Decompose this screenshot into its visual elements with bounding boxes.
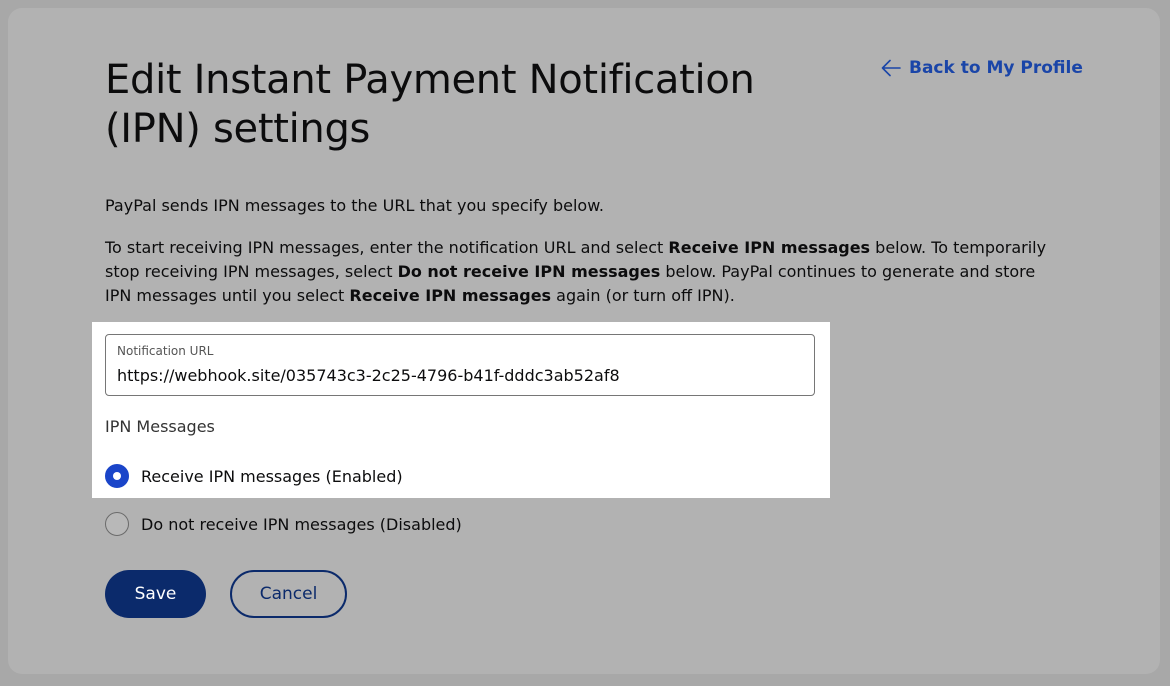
instructions-part-4: again (or turn off IPN). bbox=[551, 286, 735, 305]
instructions-text: To start receiving IPN messages, enter t… bbox=[105, 236, 1065, 308]
cancel-button[interactable]: Cancel bbox=[230, 570, 347, 618]
notification-url-input[interactable]: https://webhook.site/035743c3-2c25-4796-… bbox=[117, 366, 620, 385]
radio-selected-icon[interactable] bbox=[105, 464, 129, 488]
radio-receive-label: Receive IPN messages (Enabled) bbox=[141, 466, 403, 486]
radio-do-not-receive-ipn[interactable]: Do not receive IPN messages (Disabled) bbox=[105, 512, 462, 536]
page-title: Edit Instant Payment Notification (IPN) … bbox=[105, 57, 755, 152]
instructions-bold-3: Receive IPN messages bbox=[349, 286, 552, 305]
intro-text: PayPal sends IPN messages to the URL tha… bbox=[105, 196, 604, 215]
instructions-part-1: To start receiving IPN messages, enter t… bbox=[105, 238, 669, 257]
arrow-left-icon bbox=[881, 59, 901, 77]
notification-url-field[interactable]: Notification URL https://webhook.site/03… bbox=[105, 334, 815, 396]
notification-url-label: Notification URL bbox=[117, 344, 214, 358]
instructions-bold-1: Receive IPN messages bbox=[668, 238, 871, 257]
radio-unselected-icon[interactable] bbox=[105, 512, 129, 536]
radio-do-not-receive-label: Do not receive IPN messages (Disabled) bbox=[141, 514, 462, 534]
back-link-label: Back to My Profile bbox=[909, 58, 1083, 78]
instructions-bold-2: Do not receive IPN messages bbox=[397, 262, 661, 281]
ipn-messages-heading: IPN Messages bbox=[105, 417, 215, 436]
save-button[interactable]: Save bbox=[105, 570, 206, 618]
back-to-profile-link[interactable]: Back to My Profile bbox=[880, 57, 1083, 79]
radio-receive-ipn[interactable]: Receive IPN messages (Enabled) bbox=[105, 464, 403, 488]
